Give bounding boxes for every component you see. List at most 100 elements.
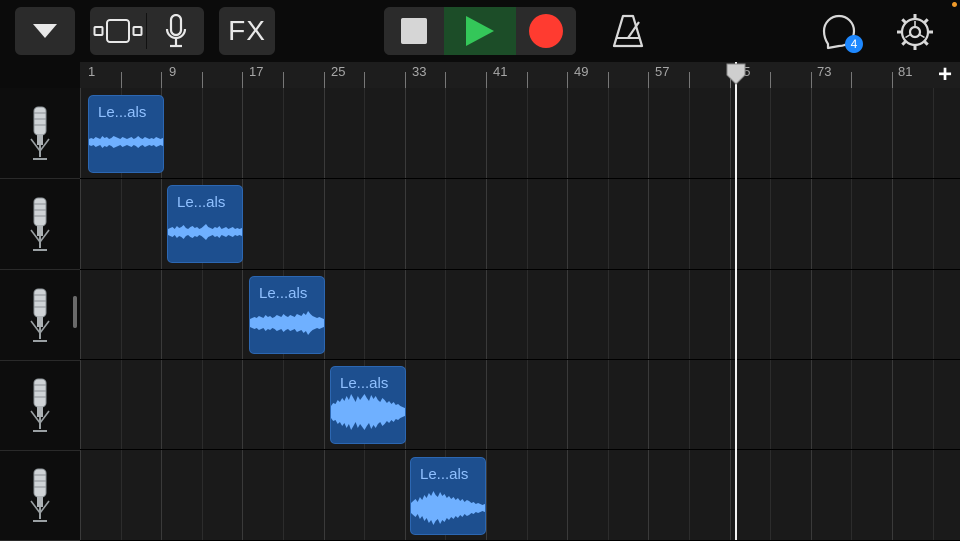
bar-label: 9 (169, 64, 177, 79)
grid-line (933, 88, 934, 540)
play-button[interactable] (444, 7, 516, 55)
ruler-tick (202, 72, 203, 88)
grid-line (202, 88, 203, 540)
transport-controls (384, 7, 576, 55)
audio-region[interactable]: Le...als (249, 276, 325, 354)
track-separator (80, 178, 960, 179)
track-header-2[interactable] (0, 179, 80, 270)
grid-line (892, 88, 893, 540)
ruler-tick (324, 72, 325, 88)
grid-line (648, 88, 649, 540)
bar-label: 81 (898, 64, 913, 79)
condenser-mic-icon (30, 106, 50, 160)
microphone-button[interactable] (147, 7, 204, 55)
bar-label: 41 (493, 64, 508, 79)
fx-button[interactable]: FX (219, 7, 275, 55)
top-toolbar: FX 4 (0, 0, 960, 62)
grid-line (527, 88, 528, 540)
grid-line (567, 88, 568, 540)
audio-region[interactable]: Le...als (410, 457, 486, 535)
grid-line (242, 88, 243, 540)
ruler-tick (648, 72, 649, 88)
metronome-button[interactable] (608, 12, 648, 50)
grid-line (811, 88, 812, 540)
status-indicator-dot (952, 2, 957, 7)
tracks-area[interactable]: Le...als Le...als Le...als Le...als Le..… (80, 88, 960, 540)
ruler-tick (527, 72, 528, 88)
track-resize-handle[interactable] (73, 296, 77, 328)
browser-dropdown-button[interactable] (15, 7, 75, 55)
track-header-5[interactable] (0, 450, 80, 541)
track-separator (80, 269, 960, 270)
grid-line (689, 88, 690, 540)
track-separator (80, 359, 960, 360)
ruler-tick (242, 72, 243, 88)
playhead-line (735, 62, 737, 540)
grid-line (608, 88, 609, 540)
track-header-4[interactable] (0, 360, 80, 451)
settings-button[interactable] (895, 12, 935, 52)
stop-button[interactable] (384, 7, 444, 55)
ruler-tick (608, 72, 609, 88)
track-separator (80, 449, 960, 450)
bar-label: 17 (249, 64, 264, 79)
play-icon (466, 16, 494, 46)
track-headers (0, 88, 80, 541)
ruler-tick (770, 72, 771, 88)
ruler-tick (161, 72, 162, 88)
grid-line (851, 88, 852, 540)
ruler-corner (0, 62, 80, 88)
ruler-tick (283, 72, 284, 88)
fx-label: FX (228, 15, 266, 46)
record-button[interactable] (516, 7, 576, 55)
grid-line (364, 88, 365, 540)
waveform (411, 491, 485, 525)
condenser-mic-icon (30, 468, 50, 522)
condenser-mic-icon (30, 378, 50, 432)
add-section-button[interactable]: + (930, 61, 960, 88)
playhead-handle[interactable] (726, 63, 746, 85)
record-icon (529, 14, 563, 48)
track-header-3[interactable] (0, 270, 80, 361)
ruler-tick (811, 72, 812, 88)
bar-label: 57 (655, 64, 670, 79)
tracks-view-button[interactable] (90, 7, 146, 55)
ruler-tick (121, 72, 122, 88)
ruler-tick (364, 72, 365, 88)
ruler-tick (445, 72, 446, 88)
browser-dropdown-icon (33, 24, 57, 38)
view-mic-group (90, 7, 204, 55)
metronome-icon (612, 14, 644, 48)
waveform (89, 136, 163, 148)
ruler-tick (851, 72, 852, 88)
settings-gear-icon (897, 14, 933, 50)
waveform (168, 224, 242, 240)
microphone-icon (165, 14, 186, 48)
ruler-tick (405, 72, 406, 88)
waveform (250, 311, 324, 335)
audio-region[interactable]: Le...als (167, 185, 243, 263)
grid-line (730, 88, 731, 540)
tracks-view-icon (93, 19, 143, 43)
audio-region[interactable]: Le...als (330, 366, 406, 444)
bar-label: 49 (574, 64, 589, 79)
waveform (331, 394, 405, 430)
ruler-tick (486, 72, 487, 88)
grid-line (80, 88, 81, 540)
bar-ruler[interactable]: 1 9 17 25 33 41 49 57 65 73 81 (80, 62, 960, 89)
bar-label: 1 (88, 64, 96, 79)
bar-label: 73 (817, 64, 832, 79)
grid-line (770, 88, 771, 540)
grid-line (486, 88, 487, 540)
track-header-1[interactable] (0, 88, 80, 179)
audio-region[interactable]: Le...als (88, 95, 164, 173)
ruler-tick (567, 72, 568, 88)
bar-label: 25 (331, 64, 346, 79)
ruler-tick (689, 72, 690, 88)
condenser-mic-icon (30, 197, 50, 251)
loop-count-badge: 4 (845, 35, 863, 53)
stop-icon (401, 18, 427, 44)
condenser-mic-icon (30, 288, 50, 342)
ruler-tick (892, 72, 893, 88)
grid-line (405, 88, 406, 540)
